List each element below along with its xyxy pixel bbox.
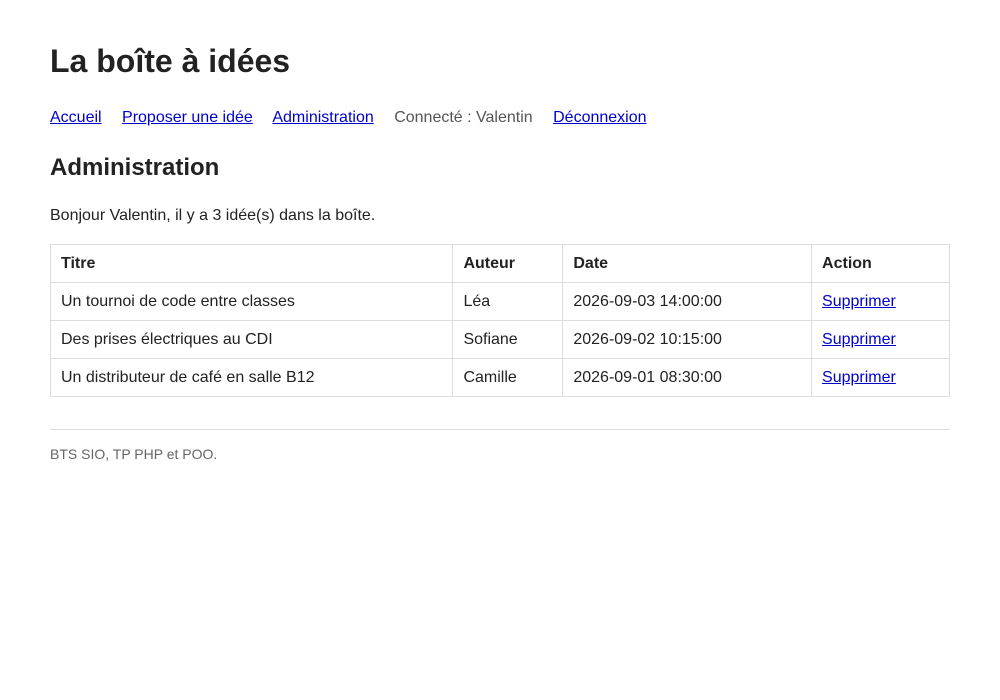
delete-link[interactable]: Supprimer [822,331,896,348]
idea-title: Des prises électriques au CDI [49,320,454,359]
page: La boîte à idées Accueil Proposer une id… [0,0,1000,463]
table-row: Des prises électriques au CDI Sofiane 20… [49,320,950,359]
table-header-row: Titre Auteur Date Action [49,244,950,283]
footer-divider [50,429,950,430]
idea-action-cell: Supprimer [811,282,950,321]
main-nav: Accueil Proposer une idée Administration… [50,108,950,128]
nav-link-propose[interactable]: Proposer une idée [122,109,253,126]
idea-action-cell: Supprimer [811,358,950,397]
page-footer: BTS SIO, TP PHP et POO. [50,446,218,462]
idea-date: 2026-09-02 10:15:00 [562,320,813,359]
ideas-table: Titre Auteur Date Action Un tournoi de c… [49,244,950,397]
welcome-message: Bonjour Valentin, il y a 3 idée(s) dans … [50,207,376,224]
section-heading: Administration [50,154,220,181]
page-title: La boîte à idées [50,43,291,79]
idea-author: Camille [452,358,564,397]
nav-link-admin[interactable]: Administration [272,109,373,126]
idea-author: Léa [452,282,564,321]
delete-link[interactable]: Supprimer [822,293,896,310]
nav-link-home[interactable]: Accueil [50,109,102,126]
column-header-date: Date [562,244,813,283]
login-status: Connecté : Valentin [394,109,533,126]
table-row: Un distributeur de café en salle B12 Cam… [49,358,950,397]
column-header-title: Titre [49,244,454,283]
idea-date: 2026-09-03 14:00:00 [562,282,813,321]
idea-title: Un tournoi de code entre classes [49,282,454,321]
idea-title: Un distributeur de café en salle B12 [49,358,454,397]
idea-author: Sofiane [452,320,564,359]
table-row: Un tournoi de code entre classes Léa 202… [49,282,950,321]
column-header-author: Auteur [452,244,564,283]
idea-date: 2026-09-01 08:30:00 [562,358,813,397]
idea-action-cell: Supprimer [811,320,950,359]
delete-link[interactable]: Supprimer [822,369,896,386]
logout-link[interactable]: Déconnexion [553,109,646,126]
column-header-action: Action [811,244,950,283]
